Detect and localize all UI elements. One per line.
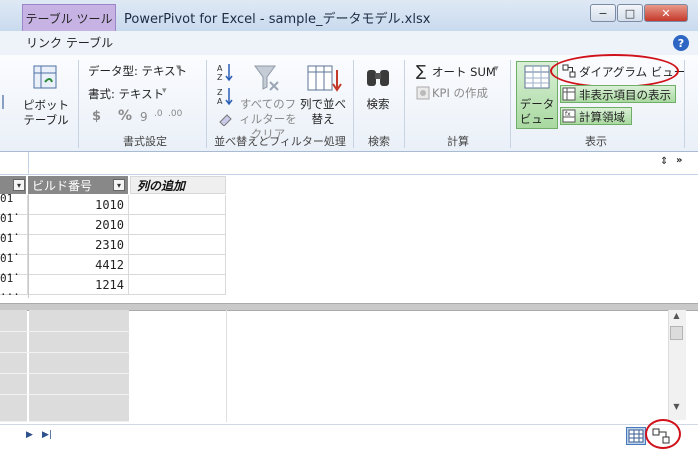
show-hidden-label: 非表示項目の表示 (579, 88, 671, 102)
calc-area-label: 計算領域 (579, 110, 625, 124)
row-cell-add-column[interactable] (129, 275, 226, 295)
calc-divider (0, 373, 130, 374)
row-cell-build-number[interactable]: 2010 (28, 215, 129, 235)
comma-button[interactable]: 9 (140, 110, 148, 124)
grid-view-icon[interactable] (626, 427, 646, 445)
decimal-increase-icon[interactable]: .0 (154, 109, 163, 119)
row-cell-build-number[interactable]: 4412 (28, 255, 129, 275)
svg-text:fx: fx (565, 111, 571, 118)
row-cell-add-column[interactable] (129, 195, 226, 215)
close-button[interactable]: ✕ (644, 4, 688, 22)
filter-dropdown-icon[interactable]: ▾ (113, 179, 125, 191)
scroll-up-icon[interactable]: ▲ (670, 311, 683, 323)
data-view-label: データ ビュー (519, 97, 555, 126)
scroll-down-icon[interactable]: ▼ (670, 402, 683, 414)
row-cell-build-number[interactable]: 1010 (28, 195, 129, 215)
row-cell-partial[interactable]: 01 ... (0, 272, 28, 298)
minimize-button[interactable]: − (590, 4, 616, 22)
sort-filter-group-label: 並べ替えとフィルター処理 (214, 135, 346, 148)
calc-area-column-left (0, 310, 27, 422)
create-kpi-button[interactable]: KPI の作成 (432, 85, 488, 101)
separator (684, 60, 685, 148)
percent-button[interactable]: % (118, 108, 132, 124)
last-table-button[interactable]: ▶| (42, 430, 52, 440)
sort-by-column-button[interactable]: 列で並べ替え (300, 97, 346, 127)
autosum-button[interactable]: オート SUM (432, 64, 496, 80)
pivot-table-button[interactable]: ピボット テーブル (18, 98, 74, 128)
binoculars-icon (364, 64, 392, 92)
next-table-button[interactable]: ▶ (26, 430, 33, 440)
pivot-table-icon (28, 62, 64, 94)
table-row[interactable]: 01 ... 1214 (0, 272, 226, 298)
context-tab-table-tools: テーブル ツール (22, 4, 116, 31)
partial-icon (2, 95, 10, 109)
column-divider (28, 194, 29, 298)
data-type-dropdown[interactable]: データ型: テキスト (88, 63, 187, 79)
row-cell-build-number[interactable]: 1214 (28, 275, 129, 295)
currency-button[interactable]: $ (92, 109, 101, 124)
kpi-icon (416, 86, 430, 100)
table-row[interactable]: 01 ... 1010 (0, 192, 226, 218)
collapse-icon[interactable]: » (676, 155, 682, 166)
chevron-down-icon: ▾ (176, 63, 181, 73)
row-cell-add-column[interactable] (129, 255, 226, 275)
table-row[interactable]: 01 ... 2010 (0, 212, 226, 238)
row-cell-build-number[interactable]: 2310 (28, 235, 129, 255)
highlight-circle (645, 419, 681, 449)
row-cell-add-column[interactable] (129, 215, 226, 235)
format-dropdown[interactable]: 書式: テキスト (88, 86, 164, 102)
sort-descending-icon[interactable]: ZA (216, 86, 236, 106)
clear-sort-icon[interactable] (218, 110, 234, 127)
formula-expand-icon[interactable]: ⇕ (660, 156, 668, 167)
separator (404, 60, 405, 148)
separator (510, 60, 511, 148)
formula-bar[interactable] (0, 152, 698, 175)
separator (353, 60, 354, 148)
sort-ascending-icon[interactable]: AZ (216, 62, 236, 82)
chevron-down-icon: ▾ (162, 86, 167, 96)
svg-text:A: A (217, 97, 223, 106)
decimal-decrease-icon[interactable]: .00 (168, 109, 182, 119)
svg-text:Z: Z (217, 73, 223, 82)
tab-linked-table[interactable]: リンク テーブル (26, 34, 113, 51)
add-column-header[interactable]: 列の追加 (130, 176, 226, 194)
view-group-label: 表示 (585, 135, 607, 148)
calc-divider (0, 331, 130, 332)
filter-dropdown-icon[interactable]: ▾ (13, 179, 25, 191)
help-icon[interactable]: ? (673, 35, 689, 51)
data-view-icon (523, 64, 551, 90)
table-row[interactable]: 01 ... 2310 (0, 232, 226, 258)
status-bar (0, 424, 698, 452)
svg-text:A: A (217, 64, 223, 73)
calc-group-label: 計算 (447, 135, 469, 148)
name-box[interactable] (0, 152, 29, 174)
column-header-build-number[interactable]: ビルド番号 ▾ (28, 176, 129, 194)
sigma-icon: ∑ (416, 62, 427, 80)
clear-filters-icon (253, 63, 281, 93)
separator (78, 60, 79, 148)
sort-by-column-icon (306, 64, 342, 94)
restore-button[interactable]: □ (617, 4, 643, 22)
calc-divider (0, 352, 130, 353)
find-button[interactable]: 検索 (362, 97, 394, 112)
table-row[interactable]: 01 ... 4412 (0, 252, 226, 278)
svg-text:Z: Z (217, 88, 223, 97)
column-header-label: ビルド番号 (32, 178, 93, 193)
calc-area-column-add (130, 310, 227, 422)
calc-area-icon: fx (562, 109, 576, 123)
row-cell-add-column[interactable] (129, 235, 226, 255)
highlight-circle (550, 54, 679, 88)
window-title: PowerPivot for Excel - sample_データモデル.xls… (124, 12, 431, 27)
search-group-label: 検索 (368, 135, 390, 148)
calc-area-column-build (29, 310, 129, 422)
scroll-thumb[interactable] (670, 326, 683, 340)
chevron-down-icon: ▾ (494, 64, 499, 74)
separator (206, 60, 207, 148)
show-hidden-icon (562, 87, 576, 101)
format-group-label: 書式設定 (123, 135, 167, 148)
calc-divider (0, 394, 130, 395)
